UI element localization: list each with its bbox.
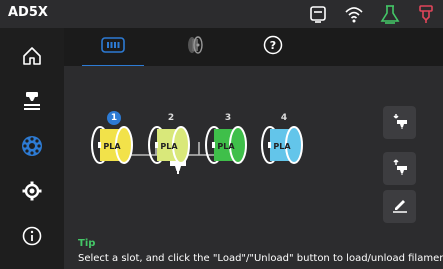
filament-spool-graphic: PLA xyxy=(205,126,247,164)
device-name: AD5X xyxy=(8,5,48,20)
filament-spool-graphic: PLA xyxy=(261,126,303,164)
edit-button[interactable] xyxy=(383,190,416,223)
filament-spool-graphic: PLA xyxy=(91,126,133,164)
tab-slots[interactable] xyxy=(74,28,152,66)
svg-text:?: ? xyxy=(270,39,276,52)
flask-icon[interactable] xyxy=(379,3,401,25)
sidebar-item-filament[interactable] xyxy=(0,126,64,170)
sidebar xyxy=(0,28,64,269)
sidebar-item-settings[interactable] xyxy=(0,171,64,215)
slot-number: 2 xyxy=(167,113,175,123)
sidebar-item-home[interactable] xyxy=(0,36,64,80)
filament-heater-icon[interactable] xyxy=(415,3,437,25)
load-filament-icon xyxy=(391,112,409,134)
tab-bar: ? xyxy=(64,28,443,67)
slot-material-label: PLA xyxy=(217,142,235,151)
filament-content: 1 PLA 2 PLA 3 PLA 4 PLA Tip Select a slo… xyxy=(64,66,443,269)
sidebar-item-print[interactable] xyxy=(0,81,64,125)
sidebar-item-about[interactable] xyxy=(0,216,64,260)
slot-material-label: PLA xyxy=(103,142,121,151)
filament-spool-graphic: PLA xyxy=(148,126,190,164)
unload-button[interactable] xyxy=(383,152,416,185)
home-icon xyxy=(21,45,43,71)
wifi-icon[interactable] xyxy=(343,3,365,25)
filament-slots-icon xyxy=(101,37,125,57)
tip-text: Select a slot, and click the "Load"/"Unl… xyxy=(78,253,443,264)
slot-material-label: PLA xyxy=(160,142,178,151)
filament-spool-icon xyxy=(20,134,44,162)
slot-number: 3 xyxy=(224,113,232,123)
slot-number: 1 xyxy=(107,111,121,125)
tip-title: Tip xyxy=(78,238,96,249)
gear-icon xyxy=(21,180,43,206)
main-panel: ? 1 PLA 2 PLA 3 PLA 4 PLA Tip Select a s… xyxy=(64,28,443,269)
status-icons xyxy=(307,3,437,25)
tab-spool[interactable] xyxy=(156,28,234,66)
slot-number: 4 xyxy=(280,113,288,123)
edit-pencil-icon xyxy=(391,196,409,218)
camera-icon[interactable] xyxy=(307,3,329,25)
load-button[interactable] xyxy=(383,106,416,139)
slot-2[interactable]: 2 PLA xyxy=(147,111,197,167)
print-nozzle-icon xyxy=(21,90,43,116)
slot-material-label: PLA xyxy=(273,142,291,151)
unload-filament-icon xyxy=(391,158,409,180)
slot-3[interactable]: 3 PLA xyxy=(204,111,254,167)
question-icon: ? xyxy=(263,35,283,59)
status-bar: AD5X xyxy=(0,0,443,28)
slot-1[interactable]: 1 PLA xyxy=(90,111,140,167)
slot-4[interactable]: 4 PLA xyxy=(260,111,310,167)
spool-side-icon xyxy=(185,35,205,59)
info-icon xyxy=(21,225,43,251)
tab-help[interactable]: ? xyxy=(234,28,312,66)
